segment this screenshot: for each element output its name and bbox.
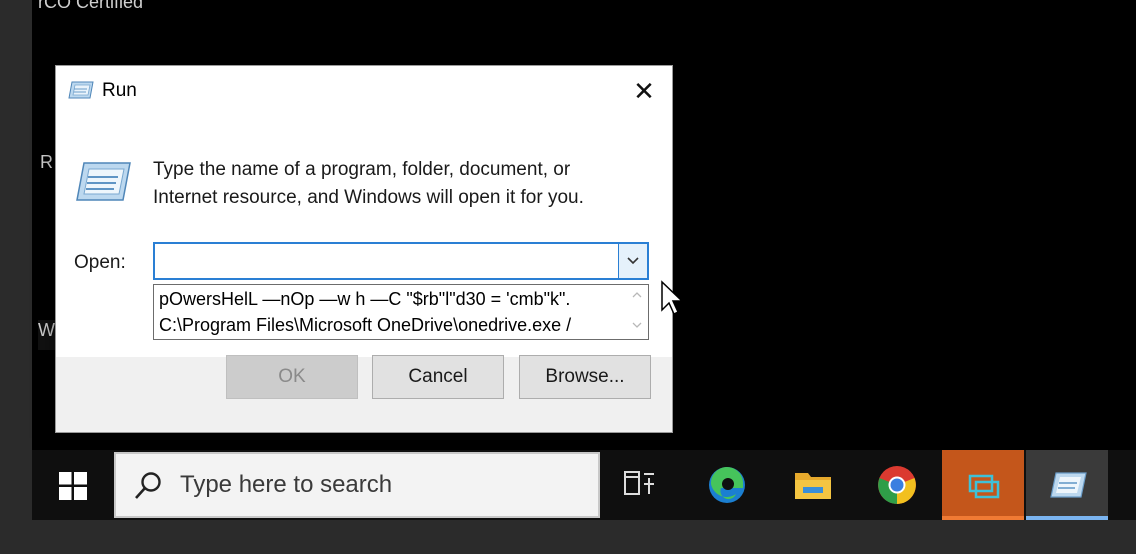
dialog-title: Run [102, 80, 137, 101]
run-app-icon [68, 81, 94, 99]
dialog-titlebar[interactable]: Run ✕ [56, 66, 672, 116]
chrome-icon [878, 466, 916, 504]
task-view-button[interactable] [600, 450, 682, 520]
remote-desktop-taskbar-button[interactable] [942, 450, 1024, 520]
scroll-up-icon[interactable] [631, 289, 643, 301]
chrome-taskbar-button[interactable] [856, 450, 938, 520]
run-program-icon [76, 162, 131, 201]
screen-bottom-edge [0, 520, 1136, 554]
close-icon: ✕ [633, 75, 655, 106]
task-view-icon [624, 471, 654, 495]
cancel-button[interactable]: Cancel [372, 355, 504, 399]
open-label: Open: [74, 252, 126, 273]
run-dialog: Run ✕ Type the name of a program, folder… [56, 66, 672, 432]
browse-button[interactable]: Browse... [519, 355, 651, 399]
file-explorer-icon [795, 473, 831, 499]
mouse-pointer-icon [661, 280, 682, 316]
run-icon [1050, 472, 1087, 498]
remote-desktop-icon [968, 474, 1000, 499]
desktop-edge-letter: R [40, 152, 53, 172]
edge-icon [709, 466, 745, 503]
open-combobox[interactable] [153, 242, 649, 280]
scroll-down-icon[interactable] [631, 319, 643, 331]
desktop-text: rCO Certified [38, 0, 144, 12]
ok-button[interactable]: OK [226, 355, 358, 399]
dialog-description: Type the name of a program, folder, docu… [153, 159, 584, 208]
windows-logo-icon [59, 472, 87, 500]
dropdown-button[interactable] [618, 244, 647, 278]
start-button[interactable] [32, 450, 112, 520]
edge-taskbar-button[interactable] [686, 450, 768, 520]
close-button[interactable]: ✕ [616, 66, 672, 116]
suggestion-item[interactable]: pOwersHelL —nOp —w h —C "$rb"l"d30 = 'cm… [159, 289, 619, 310]
desktop-edge-letter: W [38, 320, 55, 340]
file-explorer-taskbar-button[interactable] [772, 450, 854, 520]
suggestion-item[interactable]: C:\Program Files\Microsoft OneDrive\oned… [159, 315, 619, 336]
open-input[interactable] [155, 244, 617, 278]
chevron-down-icon [627, 257, 639, 265]
suggestion-scrollbar[interactable] [626, 285, 648, 339]
taskbar-search-box[interactable]: Type here to search [114, 452, 600, 518]
suggestion-list[interactable]: pOwersHelL —nOp —w h —C "$rb"l"d30 = 'cm… [153, 284, 649, 340]
search-placeholder: Type here to search [180, 471, 393, 498]
taskbar: Type here to search [32, 450, 1136, 520]
run-taskbar-button[interactable] [1026, 450, 1108, 520]
search-icon [135, 472, 161, 499]
